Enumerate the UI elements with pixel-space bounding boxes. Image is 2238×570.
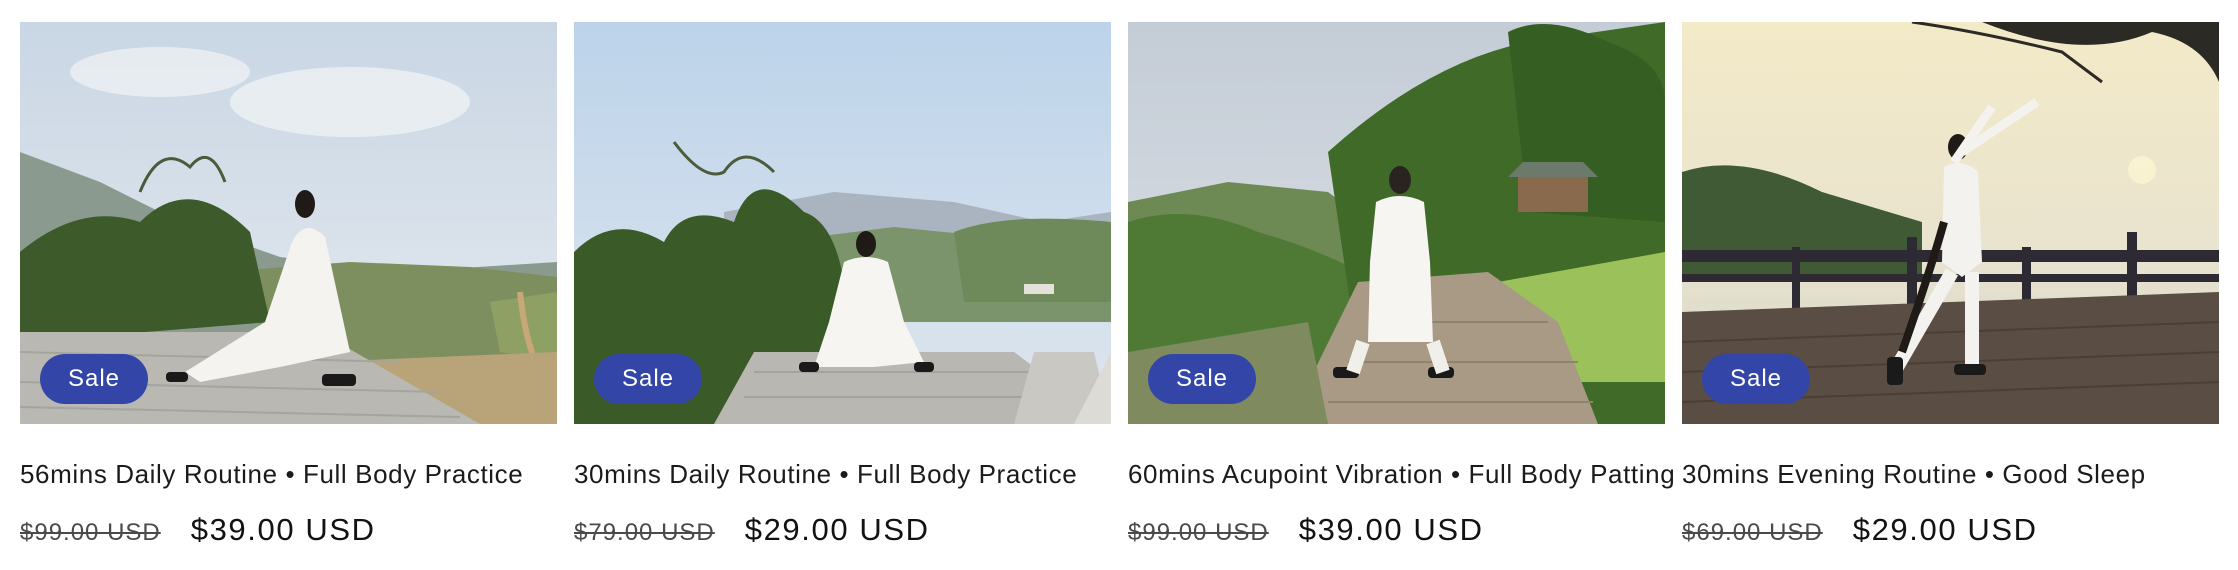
price-row: $99.00 USD $39.00 USD [20,512,557,548]
sale-badge: Sale [40,354,148,404]
product-card[interactable]: Sale 30mins Daily Routine • Full Body Pr… [574,22,1111,548]
product-card[interactable]: Sale 60mins Acupoint Vibration • Full Bo… [1128,22,1675,548]
sale-badge: Sale [1148,354,1256,404]
compare-at-price: $79.00 USD [574,519,715,546]
product-card[interactable]: Sale 56mins Daily Routine • Full Body Pr… [20,22,557,548]
product-image[interactable]: Sale [20,22,557,424]
product-grid: Sale 56mins Daily Routine • Full Body Pr… [20,22,2219,548]
price-row: $99.00 USD $39.00 USD [1128,512,1665,548]
price-row: $69.00 USD $29.00 USD [1682,512,2219,548]
sale-price: $29.00 USD [1852,512,2038,547]
product-image[interactable]: Sale [1682,22,2219,424]
compare-at-price: $69.00 USD [1682,519,1823,546]
product-title[interactable]: 30mins Evening Routine • Good Sleep [1682,458,2219,490]
sale-price: $39.00 USD [1298,512,1484,547]
sale-badge: Sale [1702,354,1810,404]
sale-price: $29.00 USD [744,512,930,547]
sale-badge: Sale [594,354,702,404]
product-image[interactable]: Sale [1128,22,1665,424]
sale-price: $39.00 USD [190,512,376,547]
product-card[interactable]: Sale 30mins Evening Routine • Good Sleep… [1682,22,2219,548]
product-title[interactable]: 30mins Daily Routine • Full Body Practic… [574,458,1111,490]
compare-at-price: $99.00 USD [1128,519,1269,546]
product-title[interactable]: 56mins Daily Routine • Full Body Practic… [20,458,557,490]
price-row: $79.00 USD $29.00 USD [574,512,1111,548]
product-title[interactable]: 60mins Acupoint Vibration • Full Body Pa… [1128,458,1675,490]
product-image[interactable]: Sale [574,22,1111,424]
compare-at-price: $99.00 USD [20,519,161,546]
